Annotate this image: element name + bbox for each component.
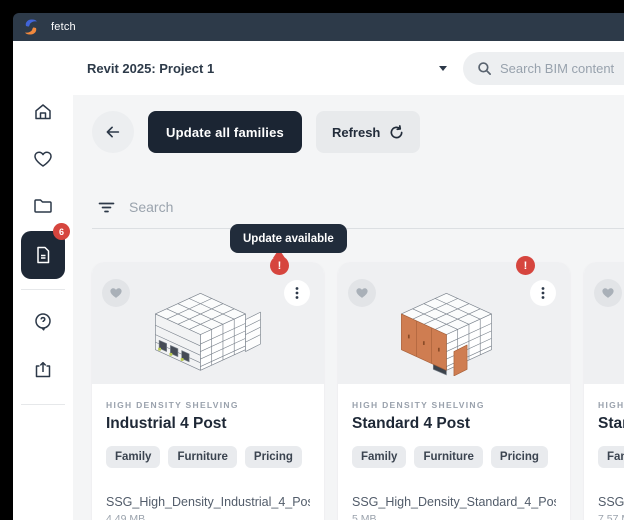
shelving-3d-preview	[392, 282, 514, 376]
project-selector-value: Revit 2025: Project 1	[87, 61, 214, 76]
tag-chip: Family	[598, 446, 624, 468]
card-title: Standard 4 Post	[598, 415, 624, 433]
card-menu-button[interactable]	[284, 280, 310, 306]
heart-icon	[355, 286, 369, 300]
documents-count-badge: 6	[53, 223, 70, 240]
open-external-icon[interactable]	[33, 360, 53, 380]
toolbar: Update all families Refresh	[92, 111, 420, 153]
chevron-down-icon	[439, 66, 447, 71]
sidebar: 6	[13, 41, 73, 520]
tag-row: Family Furniture Pricing	[106, 446, 310, 468]
sidebar-divider	[21, 289, 65, 290]
header: Revit 2025: Project 1	[73, 41, 624, 95]
home-icon[interactable]	[33, 102, 53, 122]
bim-search-box[interactable]	[463, 52, 624, 85]
favorite-button[interactable]	[594, 279, 622, 307]
file-size: 7.57 MB	[598, 513, 624, 520]
family-card[interactable]: ! HIGH DENSITY SHELVING Industrial 4 Pos…	[92, 262, 324, 520]
fetch-logo-icon	[23, 18, 39, 36]
card-title: Standard 4 Post	[352, 415, 556, 433]
title-bar: fetch	[13, 13, 624, 41]
file-name: SSG_High_Density_Standard…	[598, 495, 624, 509]
card-grid: ! HIGH DENSITY SHELVING Industrial 4 Pos…	[92, 262, 624, 520]
card-title: Industrial 4 Post	[106, 415, 310, 433]
refresh-button[interactable]: Refresh	[316, 111, 420, 153]
card-category: HIGH DENSITY SHELVING	[106, 400, 310, 410]
heart-icon	[109, 286, 123, 300]
refresh-icon	[389, 125, 404, 140]
favorite-button[interactable]	[102, 279, 130, 307]
search-icon	[477, 61, 492, 76]
tooltip-text: Update available	[243, 233, 334, 245]
help-icon[interactable]	[33, 312, 53, 332]
tag-row: Family	[598, 446, 624, 468]
tag-chip: Family	[352, 446, 406, 468]
tag-chip: Pricing	[245, 446, 302, 468]
back-button[interactable]	[92, 111, 134, 153]
update-available-tooltip: Update available	[230, 224, 347, 253]
kebab-menu-icon	[536, 286, 550, 300]
family-card[interactable]: ! HIGH DENSITY SHELVING Standard 4 Post …	[338, 262, 570, 520]
tag-chip: Furniture	[414, 446, 482, 468]
arrow-left-icon	[104, 123, 122, 141]
divider	[92, 228, 624, 229]
card-category: HIGH DENSITY SHELVING	[352, 400, 556, 410]
folder-icon[interactable]	[33, 196, 53, 216]
file-size: 4.49 MB	[106, 513, 310, 520]
family-card[interactable]: HIGH DENSITY SHELVING Standard 4 Post Fa…	[584, 262, 624, 520]
filter-funnel-icon[interactable]	[98, 199, 115, 216]
card-body: HIGH DENSITY SHELVING Standard 4 Post Fa…	[338, 384, 570, 520]
update-badge: !	[516, 256, 535, 275]
tag-chip: Family	[106, 446, 160, 468]
filter-search-row	[92, 194, 624, 220]
card-media	[584, 262, 624, 384]
favorites-heart-icon[interactable]	[33, 149, 53, 169]
update-all-families-button[interactable]: Update all families	[148, 111, 302, 153]
document-icon	[33, 245, 53, 265]
shelving-3d-preview	[146, 282, 268, 376]
sidebar-divider	[21, 404, 65, 405]
kebab-menu-icon	[290, 286, 304, 300]
heart-icon	[601, 286, 615, 300]
card-category: HIGH DENSITY SHELVING	[598, 400, 624, 410]
card-menu-button[interactable]	[530, 280, 556, 306]
tag-chip: Pricing	[491, 446, 548, 468]
bim-search-input[interactable]	[500, 61, 624, 76]
update-badge: !	[270, 256, 289, 275]
tag-chip: Furniture	[168, 446, 236, 468]
main-content: Update all families Refresh Update avail…	[73, 95, 624, 520]
refresh-button-label: Refresh	[332, 125, 380, 140]
card-body: HIGH DENSITY SHELVING Standard 4 Post Fa…	[584, 384, 624, 520]
project-selector[interactable]: Revit 2025: Project 1	[87, 41, 447, 95]
brand-name: fetch	[51, 21, 76, 33]
file-name: SSG_High_Density_Standard_4_Post_…	[352, 495, 556, 509]
card-body: HIGH DENSITY SHELVING Industrial 4 Post …	[92, 384, 324, 520]
file-name: SSG_High_Density_Industrial_4_Post…	[106, 495, 310, 509]
sidebar-item-documents-active[interactable]: 6	[21, 231, 65, 279]
favorite-button[interactable]	[348, 279, 376, 307]
filter-search-input[interactable]	[129, 199, 429, 215]
card-media: !	[92, 262, 324, 384]
app-window: fetch 6	[13, 13, 624, 520]
file-size: 5 MB	[352, 513, 556, 520]
card-media: !	[338, 262, 570, 384]
tag-row: Family Furniture Pricing	[352, 446, 556, 468]
